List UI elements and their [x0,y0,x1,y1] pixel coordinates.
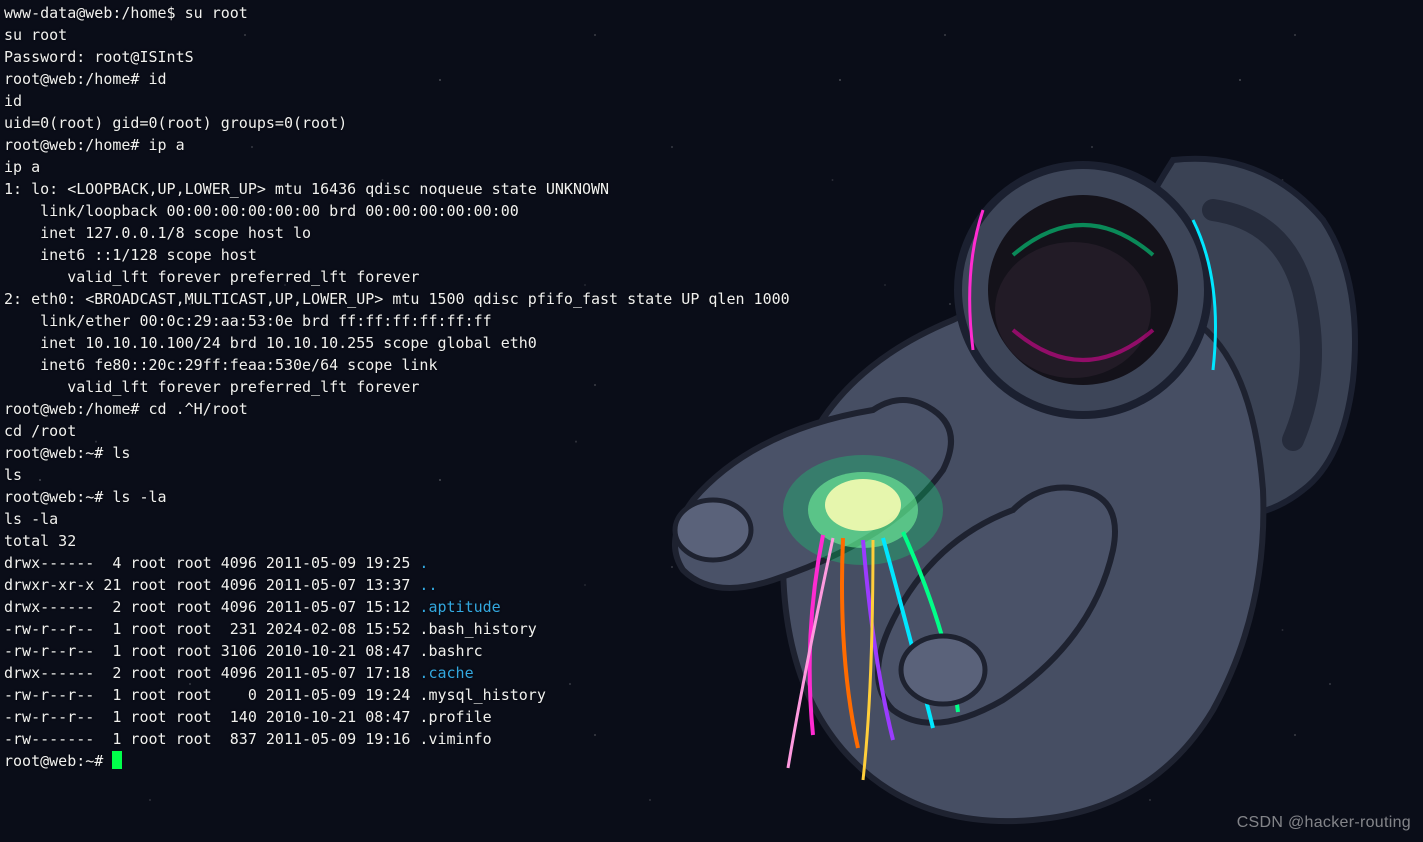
terminal-line: inet 127.0.0.1/8 scope host lo [4,222,1419,244]
terminal-line: 1: lo: <LOOPBACK,UP,LOWER_UP> mtu 16436 … [4,178,1419,200]
terminal-line: link/loopback 00:00:00:00:00:00 brd 00:0… [4,200,1419,222]
terminal-text: -rw-r--r-- 1 root root 140 2010-10-21 08… [4,708,492,726]
terminal-text: valid_lft forever preferred_lft forever [4,378,419,396]
terminal-line: ls [4,464,1419,486]
watermark-text: CSDN @hacker-routing [1237,812,1411,834]
cursor-icon [112,751,122,769]
terminal-text: inet6 fe80::20c:29ff:feaa:530e/64 scope … [4,356,447,374]
terminal-text: total 32 [4,532,76,550]
terminal-line: root@web:/home# cd .^H/root [4,398,1419,420]
terminal-line: Password: root@ISIntS [4,46,1419,68]
terminal-text: root@web:~# ls [4,444,130,462]
terminal-line: id [4,90,1419,112]
terminal-line: -rw-r--r-- 1 root root 231 2024-02-08 15… [4,618,1419,640]
terminal-text: root@web:/home# cd .^H/root [4,400,248,418]
terminal-line: su root [4,24,1419,46]
terminal-line: drwx------ 4 root root 4096 2011-05-09 1… [4,552,1419,574]
terminal-text: uid=0(root) gid=0(root) groups=0(root) [4,114,347,132]
directory-name: .. [419,576,437,594]
terminal-line: www-data@web:/home$ su root [4,2,1419,24]
terminal-text: ip a [4,158,40,176]
terminal-line: -rw-r--r-- 1 root root 0 2011-05-09 19:2… [4,684,1419,706]
terminal-text: drwx------ 4 root root 4096 2011-05-09 1… [4,554,419,572]
terminal-text: drwxr-xr-x 21 root root 4096 2011-05-07 … [4,576,419,594]
terminal-line: total 32 [4,530,1419,552]
terminal-text: valid_lft forever preferred_lft forever [4,268,419,286]
terminal-line: root@web:/home# ip a [4,134,1419,156]
terminal-line: 2: eth0: <BROADCAST,MULTICAST,UP,LOWER_U… [4,288,1419,310]
terminal-line: uid=0(root) gid=0(root) groups=0(root) [4,112,1419,134]
terminal-line: ip a [4,156,1419,178]
terminal-line: cd /root [4,420,1419,442]
terminal-line: ls -la [4,508,1419,530]
directory-name: . [419,554,428,572]
terminal-line: root@web:~# [4,750,1419,772]
terminal-text: drwx------ 2 root root 4096 2011-05-07 1… [4,664,419,682]
terminal-line: inet6 ::1/128 scope host [4,244,1419,266]
terminal-line: -rw-r--r-- 1 root root 140 2010-10-21 08… [4,706,1419,728]
terminal-line: inet6 fe80::20c:29ff:feaa:530e/64 scope … [4,354,1419,376]
terminal-text: inet 127.0.0.1/8 scope host lo [4,224,311,242]
terminal-output[interactable]: www-data@web:/home$ su root su root Passwo… [0,0,1423,842]
terminal-line: root@web:/home# id [4,68,1419,90]
terminal-line: drwxr-xr-x 21 root root 4096 2011-05-07 … [4,574,1419,596]
terminal-line: root@web:~# ls [4,442,1419,464]
terminal-text: ls -la [4,510,58,528]
terminal-line: drwx------ 2 root root 4096 2011-05-07 1… [4,662,1419,684]
terminal-text: inet 10.10.10.100/24 brd 10.10.10.255 sc… [4,334,537,352]
terminal-line: valid_lft forever preferred_lft forever [4,376,1419,398]
terminal-text: drwx------ 2 root root 4096 2011-05-07 1… [4,598,419,616]
terminal-text: www-data@web:/home$ su root [4,4,248,22]
directory-name: .cache [419,664,473,682]
terminal-text: link/ether 00:0c:29:aa:53:0e brd ff:ff:f… [4,312,492,330]
directory-name: .aptitude [419,598,500,616]
terminal-text: su root [4,26,67,44]
terminal-text: -rw------- 1 root root 837 2011-05-09 19… [4,730,492,748]
terminal-text: -rw-r--r-- 1 root root 0 2011-05-09 19:2… [4,686,546,704]
terminal-text: 1: lo: <LOOPBACK,UP,LOWER_UP> mtu 16436 … [4,180,618,198]
terminal-text: id [4,92,22,110]
terminal-text: ls [4,466,22,484]
terminal-text: -rw-r--r-- 1 root root 3106 2010-10-21 0… [4,642,483,660]
terminal-text: -rw-r--r-- 1 root root 231 2024-02-08 15… [4,620,537,638]
terminal-text: root@web:/home# id [4,70,167,88]
terminal-line: valid_lft forever preferred_lft forever [4,266,1419,288]
terminal-line: link/ether 00:0c:29:aa:53:0e brd ff:ff:f… [4,310,1419,332]
terminal-line: root@web:~# ls -la [4,486,1419,508]
terminal-text: inet6 ::1/128 scope host [4,246,266,264]
terminal-text: cd /root [4,422,76,440]
terminal-text: 2: eth0: <BROADCAST,MULTICAST,UP,LOWER_U… [4,290,790,308]
terminal-line: drwx------ 2 root root 4096 2011-05-07 1… [4,596,1419,618]
terminal-text: root@web:~# [4,752,112,770]
terminal-line: inet 10.10.10.100/24 brd 10.10.10.255 sc… [4,332,1419,354]
terminal-line: -rw------- 1 root root 837 2011-05-09 19… [4,728,1419,750]
terminal-line: -rw-r--r-- 1 root root 3106 2010-10-21 0… [4,640,1419,662]
terminal-text: root@web:/home# ip a [4,136,185,154]
terminal-text: Password: root@ISIntS [4,48,194,66]
terminal-text: root@web:~# ls -la [4,488,167,506]
terminal-text: link/loopback 00:00:00:00:00:00 brd 00:0… [4,202,519,220]
